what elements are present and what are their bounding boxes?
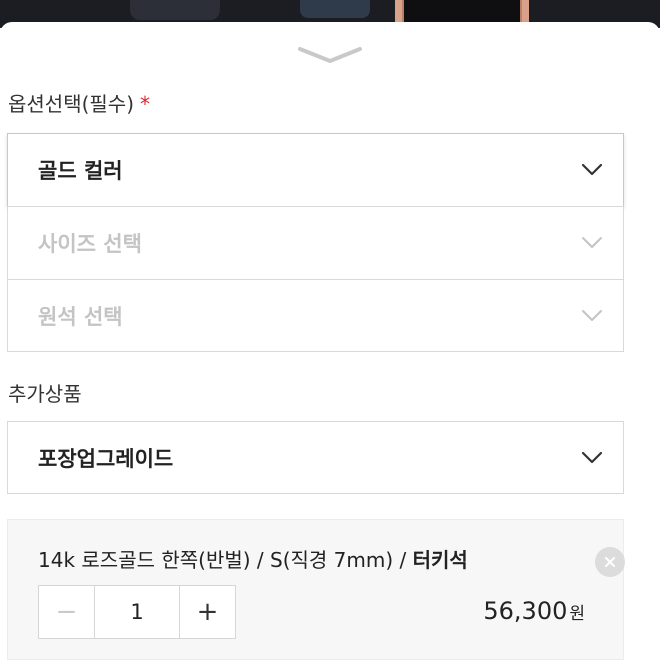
chevron-down-icon: [581, 163, 603, 176]
selected-item-title: 14k 로즈골드 한쪽(반벌) / S(직경 7mm) / 터키석: [38, 544, 468, 573]
chevron-down-icon: [581, 451, 603, 463]
extras-section-label: 추가상품: [8, 382, 82, 406]
color-select-value: 골드 컬러: [38, 159, 123, 183]
currency-unit: 원: [569, 604, 585, 624]
gift-wrap-select[interactable]: 포장업그레이드: [7, 421, 624, 494]
chevron-down-icon: [298, 47, 362, 63]
chevron-down-icon: [582, 309, 602, 321]
selected-item-options: 14k 로즈골드 한쪽(반벌) / S(직경 7mm) /: [38, 548, 413, 572]
color-select[interactable]: 골드 컬러: [7, 133, 624, 207]
gift-wrap-select-value: 포장업그레이드: [38, 446, 174, 471]
product-image-fragment: [300, 0, 370, 18]
size-select[interactable]: 사이즈 선택: [7, 206, 624, 280]
collapse-handle[interactable]: [297, 44, 363, 66]
close-icon: [605, 557, 615, 567]
chevron-down-icon: [582, 237, 602, 248]
remove-item-button[interactable]: [595, 547, 625, 577]
option-section-label: 옵션선택(필수) *: [8, 88, 150, 117]
required-mark: *: [140, 92, 151, 116]
stone-select[interactable]: 원석 선택: [7, 279, 624, 352]
product-image-fragment: [130, 0, 220, 20]
selected-item-stone: 터키석: [412, 548, 468, 572]
item-price-value: 56,300: [483, 597, 568, 625]
stone-select-placeholder: 원석 선택: [38, 304, 123, 329]
size-select-placeholder: 사이즈 선택: [38, 232, 142, 256]
selected-item-card: 14k 로즈골드 한쪽(반벌) / S(직경 7mm) / 터키석 − + 56…: [7, 519, 625, 660]
item-price: 56,300 원: [8, 597, 623, 625]
option-section-title: 옵션선택(필수): [8, 92, 135, 116]
